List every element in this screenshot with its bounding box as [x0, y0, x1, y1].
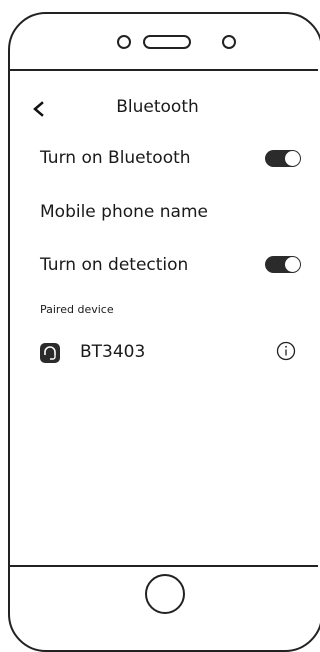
paired-device-section-label: Paired device [40, 303, 114, 316]
bluetooth-toggle-label: Turn on Bluetooth [40, 148, 191, 168]
info-icon[interactable] [276, 341, 296, 361]
home-button[interactable] [145, 574, 185, 614]
detection-toggle[interactable] [265, 256, 301, 273]
bluetooth-toggle[interactable] [265, 150, 301, 167]
paired-device-row[interactable]: BT3403 [40, 340, 302, 366]
camera-dot [117, 35, 131, 49]
screen-top-edge [8, 69, 318, 71]
toggle-knob [285, 151, 300, 166]
speaker-slot [143, 35, 191, 49]
page-title: Bluetooth [116, 97, 199, 117]
toggle-knob [285, 257, 300, 272]
sensor-dot [222, 35, 236, 49]
screen-bottom-edge [8, 565, 318, 567]
paired-device-name: BT3403 [80, 342, 146, 362]
detection-toggle-label: Turn on detection [40, 255, 189, 275]
phone-name-setting[interactable]: Mobile phone name [40, 201, 208, 223]
headset-icon [40, 343, 60, 363]
